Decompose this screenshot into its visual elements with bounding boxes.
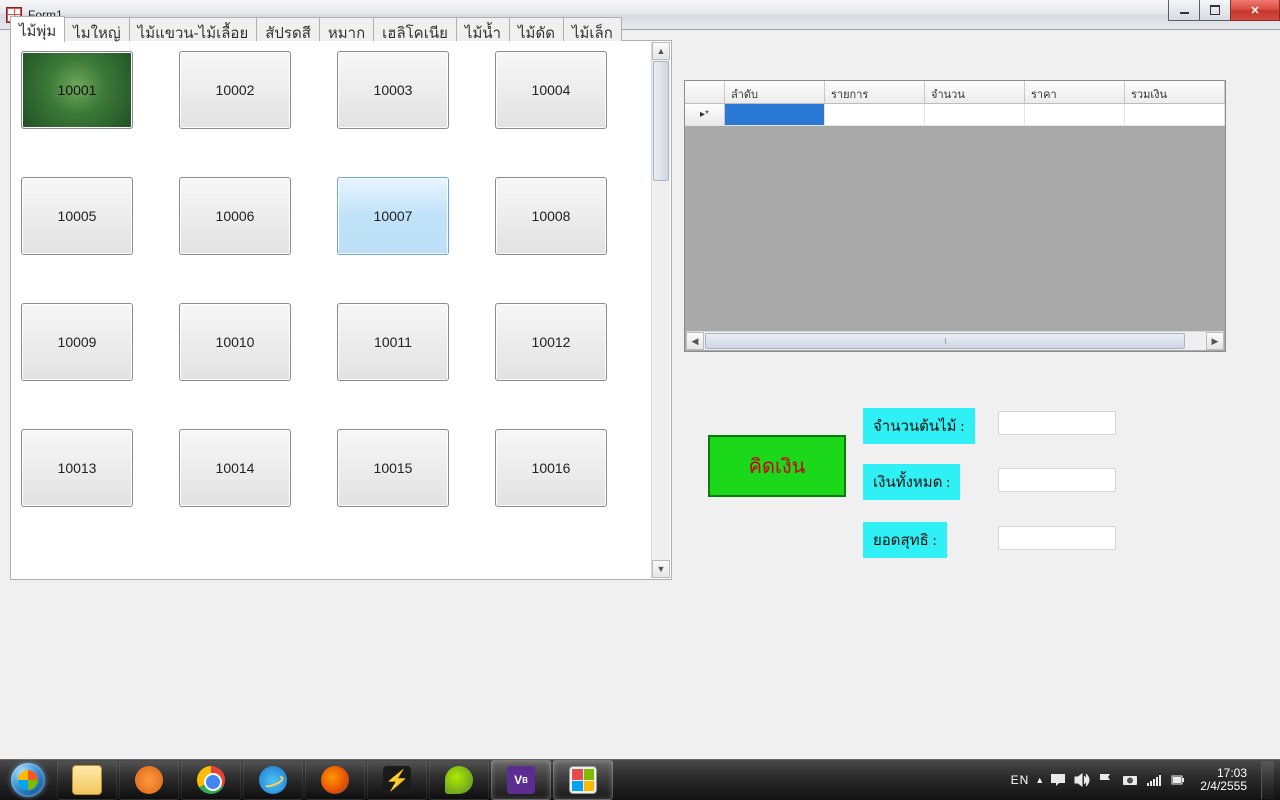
product-10012[interactable]: 10012 xyxy=(495,303,607,381)
product-vscrollbar[interactable]: ▲ ▼ xyxy=(651,42,670,578)
language-indicator[interactable]: EN xyxy=(1011,773,1030,787)
clock-date: 2/4/2555 xyxy=(1200,780,1247,793)
minimize-button[interactable] xyxy=(1168,0,1200,21)
scroll-right-button[interactable]: ▶ xyxy=(1206,332,1224,350)
grid-cell-item[interactable] xyxy=(825,104,925,126)
tab-6[interactable]: ไม้น้ำ xyxy=(456,17,510,41)
tab-7[interactable]: ไม้ดัด xyxy=(509,17,564,41)
taskbar[interactable]: ⚡ VB EN ▴ 17:03 2/4/2555 xyxy=(0,759,1280,800)
product-10002[interactable]: 10002 xyxy=(179,51,291,129)
grid-cell-total[interactable] xyxy=(1125,104,1225,126)
grid-cell-price[interactable] xyxy=(1025,104,1125,126)
show-desktop-button[interactable] xyxy=(1261,761,1274,799)
scroll-left-button[interactable]: ◀ xyxy=(686,332,704,350)
grid-rowheader-col xyxy=(685,81,725,103)
grid-cell-qty[interactable] xyxy=(925,104,1025,126)
grid-header-item[interactable]: รายการ xyxy=(825,81,925,103)
label-qty-trees: จำนวนต้นไม้ : xyxy=(863,408,975,444)
windows-orb-icon xyxy=(11,763,45,797)
product-10014[interactable]: 10014 xyxy=(179,429,291,507)
taskbar-form1[interactable] xyxy=(553,760,613,800)
product-10009[interactable]: 10009 xyxy=(21,303,133,381)
product-10005[interactable]: 10005 xyxy=(21,177,133,255)
taskbar-msn[interactable] xyxy=(429,760,489,800)
camera-icon[interactable] xyxy=(1122,773,1138,787)
close-button[interactable]: ✕ xyxy=(1230,0,1280,21)
taskbar-explorer[interactable] xyxy=(57,760,117,800)
grid-header-total[interactable]: รวมเงิน xyxy=(1125,81,1225,103)
form-body: ไม้พุ่มไมใหญ่ไม้แขวน-ไม้เลื้อยสัปรดสีหมา… xyxy=(0,30,1280,760)
input-net[interactable] xyxy=(998,526,1116,550)
grid-cell-seq[interactable] xyxy=(725,104,825,126)
flag-icon[interactable] xyxy=(1098,773,1114,787)
product-10011[interactable]: 10011 xyxy=(337,303,449,381)
tab-0[interactable]: ไม้พุ่ม xyxy=(10,16,65,42)
product-tab-control: ไม้พุ่มไมใหญ่ไม้แขวน-ไม้เลื้อยสัปรดสีหมา… xyxy=(10,40,672,580)
network-icon[interactable] xyxy=(1146,773,1162,787)
taskbar-ie[interactable] xyxy=(243,760,303,800)
scroll-down-button[interactable]: ▼ xyxy=(652,560,670,578)
tab-4[interactable]: หมาก xyxy=(319,17,374,41)
taskbar-mediaplayer[interactable] xyxy=(119,760,179,800)
product-10015[interactable]: 10015 xyxy=(337,429,449,507)
product-10004[interactable]: 10004 xyxy=(495,51,607,129)
product-10007[interactable]: 10007 xyxy=(337,177,449,255)
tab-8[interactable]: ไม้เล็ก xyxy=(563,17,622,41)
input-grand-total[interactable] xyxy=(998,468,1116,492)
grid-hscrollbar[interactable]: ◀ ▶ xyxy=(686,331,1224,350)
product-10013[interactable]: 10013 xyxy=(21,429,133,507)
calculate-button[interactable]: คิดเงิน xyxy=(708,435,846,497)
system-tray[interactable]: EN ▴ 17:03 2/4/2555 xyxy=(1011,760,1280,800)
tab-3[interactable]: สัปรดสี xyxy=(256,17,320,41)
scroll-up-button[interactable]: ▲ xyxy=(652,42,670,60)
taskbar-winamp[interactable]: ⚡ xyxy=(367,760,427,800)
label-net: ยอดสุทธิ : xyxy=(863,522,947,558)
tray-chevron-icon[interactable]: ▴ xyxy=(1037,775,1042,786)
power-icon[interactable] xyxy=(1170,773,1186,787)
tab-1[interactable]: ไมใหญ่ xyxy=(64,17,129,41)
order-grid[interactable]: ลำดับรายการจำนวนราคารวมเงิน ▸* ◀ ▶ xyxy=(684,80,1226,352)
hscroll-thumb[interactable] xyxy=(705,333,1185,349)
tab-2[interactable]: ไม้แขวน-ไม้เลื้อย xyxy=(129,17,258,41)
volume-icon[interactable] xyxy=(1074,773,1090,787)
label-grand-total: เงินทั้งหมด : xyxy=(863,464,960,500)
grid-header-seq[interactable]: ลำดับ xyxy=(725,81,825,103)
taskbar-chrome[interactable] xyxy=(181,760,241,800)
product-10010[interactable]: 10010 xyxy=(179,303,291,381)
action-center-icon[interactable] xyxy=(1050,773,1066,787)
product-10001[interactable]: 10001 xyxy=(21,51,133,129)
start-button[interactable] xyxy=(0,760,56,800)
clock[interactable]: 17:03 2/4/2555 xyxy=(1194,767,1253,793)
product-grid: 10001 10002 10003 10004 10005 10006 10007 10008… xyxy=(19,49,643,571)
grid-newrow-indicator: ▸* xyxy=(685,104,725,126)
product-10008[interactable]: 10008 xyxy=(495,177,607,255)
grid-header-price[interactable]: ราคา xyxy=(1025,81,1125,103)
taskbar-firefox[interactable] xyxy=(305,760,365,800)
taskbar-visualstudio[interactable]: VB xyxy=(491,760,551,800)
maximize-button[interactable] xyxy=(1199,0,1231,21)
scroll-thumb[interactable] xyxy=(653,61,669,181)
product-10003[interactable]: 10003 xyxy=(337,51,449,129)
tab-5[interactable]: เฮลิโคเนีย xyxy=(373,17,457,41)
product-10006[interactable]: 10006 xyxy=(179,177,291,255)
grid-header-qty[interactable]: จำนวน xyxy=(925,81,1025,103)
product-10016[interactable]: 10016 xyxy=(495,429,607,507)
input-qty-trees[interactable] xyxy=(998,411,1116,435)
